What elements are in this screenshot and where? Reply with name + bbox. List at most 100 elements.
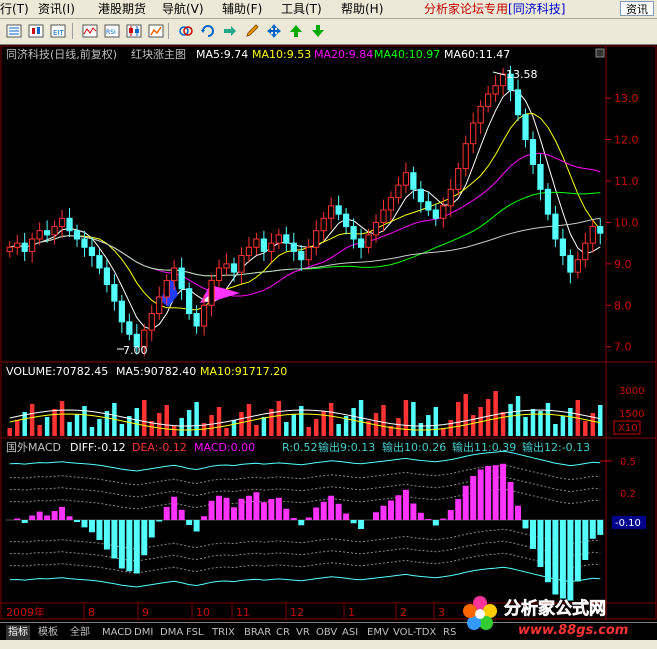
arrow-down-icon[interactable]	[308, 22, 328, 40]
macd-band-line	[9, 540, 601, 562]
candle-body	[298, 250, 305, 261]
main-indicator-name: 红块涨主图	[131, 48, 186, 61]
menu-item-trade[interactable]: 行(T)	[0, 0, 29, 18]
candle-body	[81, 238, 88, 248]
date-year-label: 2009年	[6, 605, 45, 619]
list-icon[interactable]	[4, 22, 24, 40]
tab-rs[interactable]: RS	[443, 625, 456, 640]
volume-tick-1500: 1500	[619, 409, 644, 420]
price-tick-label: 9.0	[614, 258, 632, 271]
candle-body	[522, 114, 529, 141]
ma20-label: MA20:9.84	[314, 48, 373, 61]
tab-dma[interactable]: DMA	[160, 625, 183, 640]
arrow-right-icon[interactable]	[220, 22, 240, 40]
toolbar-separator	[168, 23, 169, 39]
exe-icon[interactable]: EIT	[48, 22, 68, 40]
candle-body	[103, 267, 111, 286]
tab-indicator[interactable]: 指标	[6, 625, 30, 640]
tab-vol-tdx[interactable]: VOL-TDX	[393, 625, 436, 640]
refresh-icon[interactable]	[198, 22, 218, 40]
arrow-up-icon[interactable]	[286, 22, 306, 40]
tab-emv[interactable]: EMV	[367, 625, 389, 640]
candle-icon[interactable]	[124, 22, 144, 40]
price-tick-label: 13.0	[614, 92, 639, 105]
candle-body	[582, 242, 589, 261]
candle-body	[425, 201, 432, 211]
date-month-label: 9	[142, 606, 149, 619]
candle-body	[118, 300, 125, 323]
macd-band-line	[9, 450, 601, 472]
candle-body	[230, 263, 238, 273]
candle-body	[275, 234, 282, 244]
volume-unit-label: X10	[618, 423, 638, 434]
ma20-line	[9, 152, 601, 297]
tab-template[interactable]: 模板	[38, 625, 58, 640]
candle-body	[253, 238, 260, 248]
stock-chart-canvas[interactable]: 同济科技(日线,前复权) 红块涨主图 MA5:9.74 MA10:9.53 MA…	[0, 45, 657, 620]
candle-body	[88, 246, 96, 257]
candle-body	[305, 246, 312, 261]
link-icon[interactable]	[176, 22, 196, 40]
candle-body	[51, 226, 58, 236]
macd-tick-0.5: 0.5	[620, 457, 636, 468]
wave-icon[interactable]	[80, 22, 100, 40]
menu-item-news[interactable]: 资讯(I)	[38, 0, 75, 18]
candle-body	[455, 168, 462, 190]
ma5-label: MA5:9.74	[196, 48, 248, 61]
k-line-icon[interactable]	[26, 22, 46, 40]
volume-bars	[7, 391, 603, 436]
price-tick-label: 11.0	[614, 175, 639, 188]
candle-body	[223, 263, 230, 269]
svg-text:RSI: RSI	[106, 29, 116, 36]
tab-dmi[interactable]: DMI	[134, 625, 153, 640]
candle-body	[559, 238, 567, 257]
menu-item-navigate[interactable]: 导航(V)	[162, 0, 204, 18]
candle-body	[574, 259, 581, 273]
candle-body	[238, 255, 245, 273]
candlestick-series	[6, 65, 604, 357]
menu-item-help[interactable]: 帮助(H)	[341, 0, 383, 18]
menu-item-assist[interactable]: 辅助(F)	[222, 0, 262, 18]
tab-trix[interactable]: TRIX	[212, 625, 235, 640]
macd-value-label: MACD:0.00	[194, 441, 255, 454]
candle-body	[193, 313, 200, 327]
tab-vr[interactable]: VR	[296, 625, 310, 640]
chart-area[interactable]: 同济科技(日线,前复权) 红块涨主图 MA5:9.74 MA10:9.53 MA…	[0, 45, 657, 620]
rsi-icon[interactable]: RSI	[102, 22, 122, 40]
menu-item-hk-futures[interactable]: 港股期货	[98, 0, 146, 18]
candle-body	[178, 267, 185, 290]
news-query-button[interactable]: 资讯	[620, 1, 654, 16]
tab-fsl[interactable]: FSL	[186, 625, 204, 640]
tab-all[interactable]: 全部	[70, 625, 90, 640]
macd-out12-label: 输出12:-0.13	[522, 440, 590, 454]
macd-band-line	[9, 566, 601, 588]
candle-body	[148, 313, 155, 331]
menu-item-tools[interactable]: 工具(T)	[281, 0, 322, 18]
svg-text:EIT: EIT	[53, 29, 64, 37]
fire-icon[interactable]	[146, 22, 166, 40]
volume-ma5-label: MA5:90782.40	[116, 365, 196, 378]
tab-cr[interactable]: CR	[276, 625, 290, 640]
high-price-label: 13.58	[506, 68, 538, 81]
candle-body	[260, 238, 268, 252]
pencil-icon[interactable]	[242, 22, 262, 40]
candle-body	[328, 205, 335, 219]
chart-settings-icon[interactable]	[595, 48, 605, 58]
tab-asi[interactable]: ASI	[342, 625, 358, 640]
tab-brar[interactable]: BRAR	[244, 625, 271, 640]
candle-body	[567, 255, 574, 273]
ma10-line	[9, 113, 601, 311]
candle-body	[342, 213, 350, 228]
low-price-label: 7.00	[123, 344, 148, 357]
candle-body	[462, 143, 469, 170]
date-month-label: 3	[438, 606, 445, 619]
macd-out10-label: 输出10:0.26	[382, 440, 446, 454]
menu-bar: 行(T) 资讯(I) 港股期货 导航(V) 辅助(F) 工具(T) 帮助(H) …	[0, 0, 657, 19]
macd-out9-label: 输出9:0.13	[318, 440, 375, 454]
stock-tag: [同济科技]	[508, 2, 566, 16]
watermark-title: 分析家公式网	[504, 598, 606, 619]
tab-obv[interactable]: OBV	[316, 625, 337, 640]
move-icon[interactable]	[264, 22, 284, 40]
date-month-label: 10	[196, 606, 210, 619]
tab-macd[interactable]: MACD	[102, 625, 132, 640]
